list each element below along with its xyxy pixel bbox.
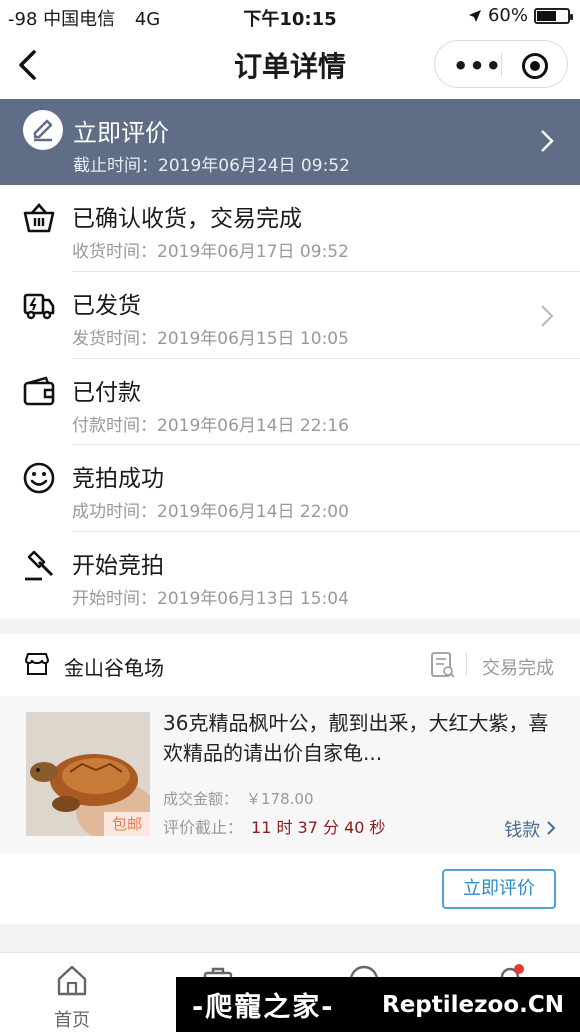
target-icon[interactable]	[522, 53, 548, 79]
home-icon	[57, 965, 87, 996]
timeline-time: 开始时间：2019年06月13日 15:04	[72, 589, 349, 610]
money-link[interactable]: 钱款	[504, 816, 556, 842]
banner-deadline: 截止时间：2019年06月24日 09:52	[73, 156, 350, 176]
capsule-divider	[501, 53, 502, 77]
timeline-item[interactable]: 已发货 发货时间：2019年06月15日 10:05	[0, 272, 580, 359]
watermark-cn: -爬寵之家-	[192, 992, 335, 1023]
menu-capsule: •••	[434, 40, 568, 88]
wallet-icon	[23, 376, 55, 405]
more-dots-icon[interactable]: •••	[453, 52, 502, 80]
chevron-right-icon	[547, 821, 556, 835]
smile-icon	[23, 463, 55, 494]
pencil-icon	[23, 110, 63, 150]
truck-icon	[23, 293, 55, 319]
timeline-title: 已付款	[72, 379, 141, 406]
order-document-icon	[431, 652, 455, 678]
amount-value: ￥178.00	[246, 790, 314, 808]
product-image: 包邮	[26, 712, 150, 836]
timeline-title: 已发货	[72, 292, 141, 319]
timeline-time: 收货时间：2019年06月17日 09:52	[72, 242, 349, 262]
chevron-right-icon	[541, 305, 554, 327]
header-divider	[466, 652, 467, 676]
shop-name: 金山谷龟场	[64, 656, 164, 680]
tab-home-label: 首页	[54, 1010, 90, 1031]
product-row[interactable]: 包邮 36克精品枫叶公，靓到出釆，大红大紫，喜欢精品的请出价自家龟... 成交金…	[0, 696, 580, 854]
timeline-time: 成功时间：2019年06月14日 22:00	[72, 502, 349, 523]
order-timeline: 已确认收货，交易完成 收货时间：2019年06月17日 09:52 已发货 发货…	[0, 185, 580, 619]
deal-amount: 成交金额： ￥178.00	[163, 788, 314, 809]
timeline-item: 开始竞拍 开始时间：2019年06月13日 15:04	[0, 532, 580, 619]
watermark-banner: -爬寵之家- Reptilezoo.CN	[176, 977, 580, 1032]
nav-bar: 订单详情 •••	[0, 32, 580, 99]
gavel-icon	[25, 550, 54, 581]
amount-label: 成交金额：	[163, 790, 239, 808]
timeline-time: 付款时间：2019年06月14日 22:16	[72, 415, 349, 436]
watermark-en: Reptilezoo.CN	[382, 991, 564, 1018]
timeline-item: 已付款 付款时间：2019年06月14日 22:16	[0, 359, 580, 446]
status-right: 60%	[468, 5, 573, 26]
money-label: 钱款	[504, 820, 541, 841]
review-deadline: 评价截止： 11 时 37 分 40 秒	[163, 814, 386, 838]
deadline-countdown: 11 时 37 分 40 秒	[251, 818, 386, 837]
timeline-item: 已确认收货，交易完成 收货时间：2019年06月17日 09:52	[0, 185, 580, 272]
chevron-right-icon	[541, 130, 554, 152]
timeline-item: 竞拍成功 成功时间：2019年06月14日 22:00	[0, 445, 580, 533]
banner-title: 立即评价	[73, 119, 169, 147]
timeline-title: 开始竞拍	[72, 553, 164, 580]
order-status: 交易完成	[482, 658, 554, 679]
location-arrow-icon	[468, 9, 481, 22]
rate-now-button[interactable]: 立即评价	[442, 869, 556, 909]
deadline-label: 评价截止：	[163, 818, 244, 837]
timeline-time: 发货时间：2019年06月15日 10:05	[72, 328, 349, 349]
basket-icon	[23, 203, 55, 233]
timeline-title: 竞拍成功	[72, 466, 164, 493]
review-banner[interactable]: 立即评价 截止时间：2019年06月24日 09:52	[0, 99, 580, 185]
battery-icon	[534, 7, 573, 24]
battery-percent: 60%	[487, 5, 528, 26]
timeline-title: 已确认收货，交易完成	[72, 206, 302, 232]
tab-home[interactable]: 首页	[32, 963, 112, 1032]
shop-header[interactable]: 金山谷龟场 交易完成	[0, 634, 580, 696]
product-name: 36克精品枫叶公，靓到出釆，大红大紫，喜欢精品的请出价自家龟...	[163, 711, 549, 765]
shop-icon	[24, 653, 50, 675]
shop-card: 金山谷龟场 交易完成 包邮 36克精品枫叶公，靓到出釆，大红大紫，喜欢精品的请出…	[0, 634, 580, 924]
free-shipping-badge: 包邮	[104, 812, 150, 836]
status-bar: -98 中国电信 4G 下午10:15 60%	[0, 0, 580, 32]
